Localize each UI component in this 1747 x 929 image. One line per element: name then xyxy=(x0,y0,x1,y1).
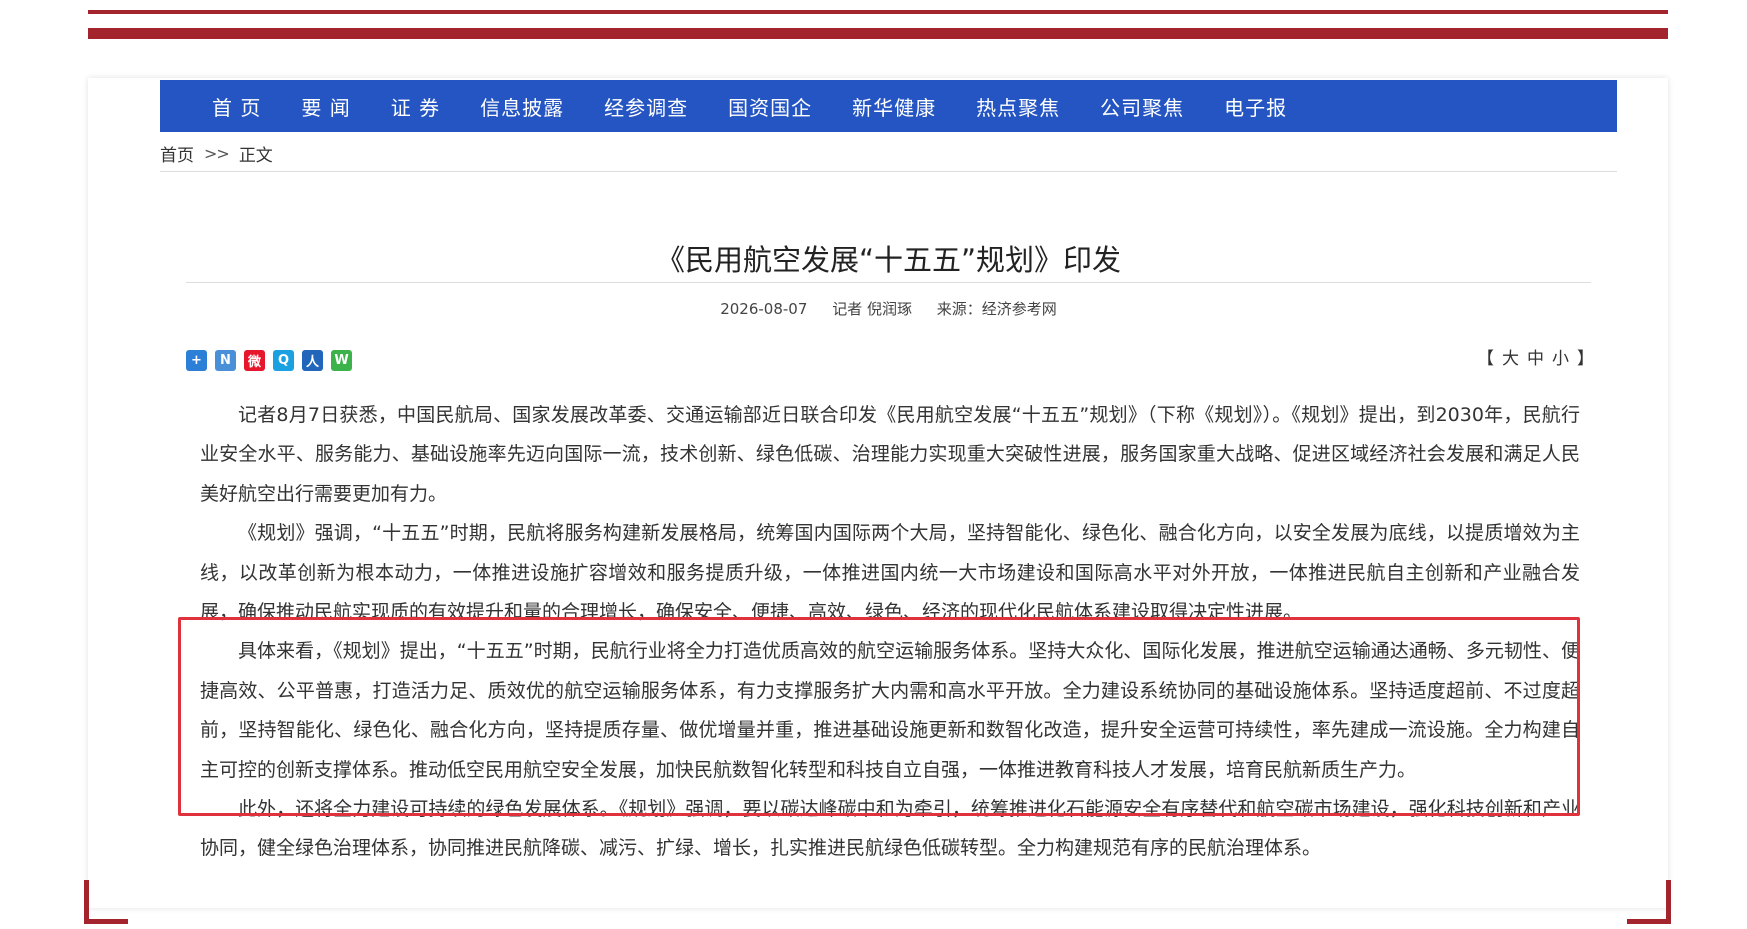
breadcrumb-home-link[interactable]: 首页 xyxy=(160,141,194,166)
title-divider xyxy=(186,282,1591,283)
nav-item-health[interactable]: 新华健康 xyxy=(832,92,956,121)
main-nav: 首 页 要 闻 证 券 信息披露 经参调查 国资国企 新华健康 热点聚焦 公司聚… xyxy=(160,80,1617,132)
weibo-share-icon[interactable]: 微 xyxy=(244,350,265,371)
tencent-share-icon[interactable]: Q xyxy=(273,350,294,371)
renren-share-icon[interactable]: 人 xyxy=(302,350,323,371)
article-paragraph: 《规划》强调，“十五五”时期，民航将服务构建新发展格局，统筹国内国际两个大局，坚… xyxy=(200,522,1580,624)
nav-item-soe[interactable]: 国资国企 xyxy=(708,92,832,121)
article-date: 2026-08-07 xyxy=(720,300,808,318)
article-reporter: 记者 倪润琢 xyxy=(832,300,912,318)
article-title: 《民用航空发展“十五五”规划》印发 xyxy=(655,243,1122,278)
font-size-medium-button[interactable]: 中 xyxy=(1527,349,1546,369)
breadcrumb-divider xyxy=(160,171,1617,172)
article-paragraph: 记者8月7日获悉，中国民航局、国家发展改革委、交通运输部近日联合印发《民用航空发… xyxy=(200,404,1580,505)
corner-decoration-left xyxy=(84,880,128,924)
breadcrumb-separator: >> xyxy=(204,144,230,163)
nav-item-securities[interactable]: 证 券 xyxy=(371,92,460,121)
article-source: 来源：经济参考网 xyxy=(936,300,1057,318)
nav-item-disclosure[interactable]: 信息披露 xyxy=(460,92,584,121)
font-size-small-button[interactable]: 小 xyxy=(1552,349,1571,369)
plus-share-icon[interactable]: + xyxy=(186,350,207,371)
breadcrumb-current: 正文 xyxy=(238,146,273,166)
highlight-annotation-box xyxy=(178,617,1580,816)
font-size-bracket-open: 【 xyxy=(1477,349,1496,369)
nav-item-e-paper[interactable]: 电子报 xyxy=(1204,92,1307,121)
header-rule-thick xyxy=(88,28,1668,39)
share-bar: + N 微 Q 人 W xyxy=(186,350,352,371)
nav-item-hot-topics[interactable]: 热点聚焦 xyxy=(956,92,1080,121)
breadcrumb: 首页 >> 正文 xyxy=(160,141,273,166)
font-size-control: 【大中小】 xyxy=(1474,344,1599,369)
nav-item-investigation[interactable]: 经参调查 xyxy=(584,92,708,121)
nav-item-news[interactable]: 要 闻 xyxy=(281,92,370,121)
corner-decoration-right xyxy=(1627,880,1671,924)
article-meta: 2026-08-07 记者 倪润琢 来源：经济参考网 xyxy=(186,298,1591,319)
font-size-bracket-close: 】 xyxy=(1577,349,1596,369)
font-size-large-button[interactable]: 大 xyxy=(1502,349,1521,369)
nav-item-home[interactable]: 首 页 xyxy=(160,92,281,121)
header-rule-thin xyxy=(88,10,1668,14)
wechat-share-icon[interactable]: W xyxy=(331,350,352,371)
netease-share-icon[interactable]: N xyxy=(215,350,236,371)
nav-item-company[interactable]: 公司聚焦 xyxy=(1080,92,1204,121)
